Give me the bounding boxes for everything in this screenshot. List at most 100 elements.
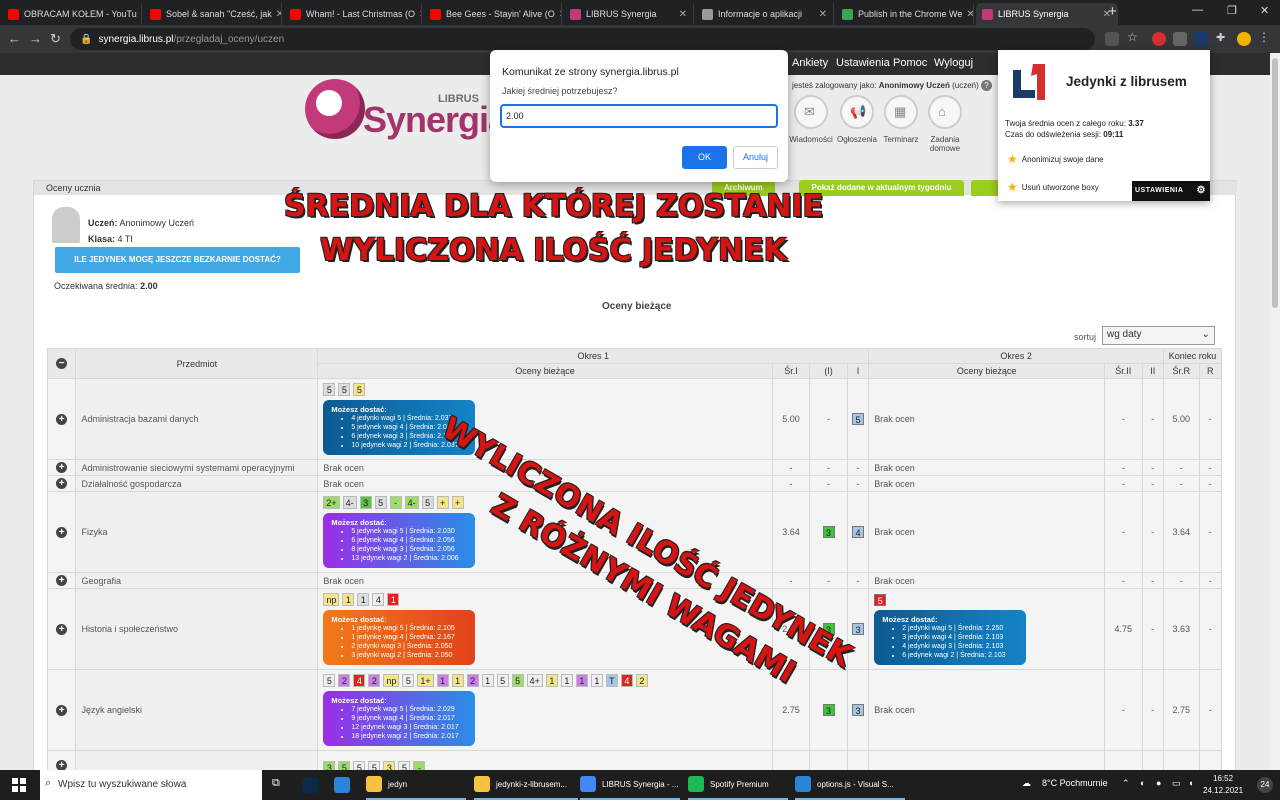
- grade-chip[interactable]: 4+: [526, 674, 543, 687]
- spotify-tray-icon[interactable]: ●: [1156, 778, 1161, 788]
- dialog-ok-button[interactable]: OK: [682, 146, 727, 169]
- back-icon[interactable]: ←: [8, 31, 21, 46]
- settings-button[interactable]: USTAWIENIA ⚙: [1132, 181, 1210, 201]
- help-icon[interactable]: ?: [981, 80, 993, 91]
- collapse-all-toggle[interactable]: −: [46, 348, 77, 379]
- option-remove-boxes[interactable]: ★ Usuń utworzone boxy: [1007, 180, 1099, 194]
- row-toggle[interactable]: +: [46, 588, 77, 670]
- row-toggle[interactable]: +: [46, 475, 77, 492]
- grade-chip[interactable]: T: [605, 674, 618, 687]
- nav-pomoc[interactable]: Pomoc: [893, 57, 927, 69]
- reload-icon[interactable]: ↻: [50, 31, 61, 47]
- calendar-button[interactable]: ▦: [884, 95, 918, 129]
- grade-chip[interactable]: 1: [342, 593, 355, 606]
- grade-chip[interactable]: 4-: [342, 496, 357, 509]
- announcements-button[interactable]: 📢: [840, 95, 874, 129]
- grade-chip[interactable]: 5: [402, 674, 415, 687]
- taskbar-app[interactable]: Spotify Premium: [688, 770, 788, 800]
- new-tab-button[interactable]: +: [1108, 3, 1117, 20]
- grade-chip[interactable]: 3: [383, 761, 396, 770]
- grade-chip[interactable]: np: [323, 593, 340, 606]
- address-bar[interactable]: 🔒 synergia.librus.pl/przegladaj_oceny/uc…: [70, 28, 1095, 50]
- grade-chip[interactable]: 4: [353, 674, 366, 687]
- tab-close-icon[interactable]: ✕: [555, 9, 561, 20]
- dialog-cancel-button[interactable]: Anuluj: [733, 146, 778, 169]
- browser-tab[interactable]: Publish in the Chrome We ✕: [836, 3, 974, 25]
- mail-icon[interactable]: [334, 770, 356, 800]
- taskbar-search[interactable]: ⌕ Wpisz tu wyszukiwane słowa: [40, 770, 262, 800]
- grade-chip[interactable]: 5: [398, 761, 411, 770]
- tab-close-icon[interactable]: ✕: [675, 9, 687, 20]
- sort-select[interactable]: wg daty ⌄: [1102, 326, 1215, 345]
- grade-chip[interactable]: 5: [874, 593, 887, 606]
- grade-chip[interactable]: 3: [323, 761, 336, 770]
- volume-icon[interactable]: ◖: [1188, 778, 1193, 788]
- grade-chip[interactable]: 5: [374, 496, 387, 509]
- bookmark-star-icon[interactable]: ☆: [1127, 30, 1141, 44]
- grade-chip[interactable]: 4-: [404, 496, 419, 509]
- menu-kebab-icon[interactable]: ⋮: [1258, 30, 1272, 44]
- puzzle-icon[interactable]: ✚: [1216, 31, 1230, 45]
- browser-tab[interactable]: LIBRUS Synergia ✕: [976, 3, 1118, 25]
- grade-chip[interactable]: 4: [372, 593, 385, 606]
- tab-close-icon[interactable]: ✕: [962, 9, 973, 20]
- photoshop-icon[interactable]: [302, 770, 324, 800]
- how-many-ones-button[interactable]: ILE JEDYNEK MOGĘ JESZCZE BEZKARNIE DOSTA…: [55, 247, 300, 273]
- share-icon[interactable]: [1105, 32, 1119, 46]
- task-view-icon[interactable]: ⧉: [272, 777, 280, 790]
- option-anonymize[interactable]: ★ Anonimizuj swoje dane: [1007, 152, 1104, 166]
- tab-more[interactable]: [971, 180, 1001, 196]
- tab-close-icon[interactable]: ✕: [272, 9, 281, 20]
- row-toggle[interactable]: +: [46, 669, 77, 751]
- notification-icon[interactable]: 24: [1257, 777, 1273, 793]
- row-toggle[interactable]: +: [46, 459, 77, 476]
- extension-red-icon[interactable]: [1152, 32, 1166, 46]
- tray-app-icon[interactable]: ◐: [1140, 778, 1145, 788]
- grade-chip[interactable]: 2: [635, 674, 648, 687]
- grade-chip[interactable]: 1: [575, 674, 588, 687]
- grade-chip[interactable]: 5: [323, 674, 336, 687]
- browser-tab[interactable]: OBRACAM KOŁEM - YouTu✕: [2, 3, 142, 25]
- minimize-icon[interactable]: —: [1192, 4, 1203, 16]
- tab-close-icon[interactable]: ✕: [415, 9, 421, 20]
- browser-tab[interactable]: Wham! - Last Christmas (O✕: [284, 3, 422, 25]
- grade-chip[interactable]: 5: [368, 761, 381, 770]
- grade-chip[interactable]: np: [383, 674, 400, 687]
- nav-wyloguj[interactable]: Wyloguj: [934, 57, 973, 69]
- grade-chip[interactable]: 1: [436, 674, 449, 687]
- tab-added-this-week[interactable]: Pokaż dodane w aktualnym tygodniu: [799, 180, 964, 196]
- messages-button[interactable]: ✉: [794, 95, 828, 129]
- tab-close-icon[interactable]: ✕: [815, 9, 827, 20]
- synergia-logo[interactable]: LIBRUS Synergia: [305, 79, 508, 159]
- profile-avatar[interactable]: [1237, 32, 1251, 46]
- tray-chevron-icon[interactable]: ⌃: [1122, 778, 1130, 789]
- grade-chip[interactable]: 3: [359, 496, 372, 509]
- grade-chip[interactable]: -: [413, 761, 426, 770]
- grade-chip[interactable]: 1: [481, 674, 494, 687]
- grade-chip[interactable]: 2: [338, 674, 351, 687]
- row-toggle[interactable]: +: [46, 572, 77, 589]
- page-scrollbar-thumb[interactable]: [1272, 58, 1278, 308]
- browser-tab[interactable]: Informacje o aplikacji ✕: [696, 3, 834, 25]
- tab-close-icon[interactable]: ✕: [137, 9, 142, 20]
- network-icon[interactable]: ▭: [1172, 778, 1181, 789]
- taskbar-app[interactable]: jedyn: [366, 770, 466, 800]
- nav-ankiety[interactable]: Ankiety: [792, 57, 828, 69]
- browser-tab[interactable]: LIBRUS Synergia ✕: [564, 3, 694, 25]
- grade-chip[interactable]: 5: [421, 496, 434, 509]
- grade-chip[interactable]: 5: [496, 674, 509, 687]
- extension-gray-icon[interactable]: [1173, 32, 1187, 46]
- row-toggle[interactable]: +: [46, 491, 77, 573]
- grade-chip[interactable]: 1: [387, 593, 400, 606]
- grade-chip[interactable]: 1: [545, 674, 558, 687]
- nav-ustawienia[interactable]: Ustawienia: [836, 57, 890, 69]
- row-toggle[interactable]: +: [46, 750, 77, 770]
- grade-chip[interactable]: 5: [323, 383, 336, 396]
- grade-chip[interactable]: 5: [511, 674, 524, 687]
- grade-chip[interactable]: 4: [620, 674, 633, 687]
- grade-chip[interactable]: 5: [338, 383, 351, 396]
- grade-chip[interactable]: 1: [590, 674, 603, 687]
- grade-chip[interactable]: 5: [353, 383, 366, 396]
- grade-chip[interactable]: 1+: [417, 674, 434, 687]
- clock[interactable]: 16:52 24.12.2021: [1203, 773, 1243, 797]
